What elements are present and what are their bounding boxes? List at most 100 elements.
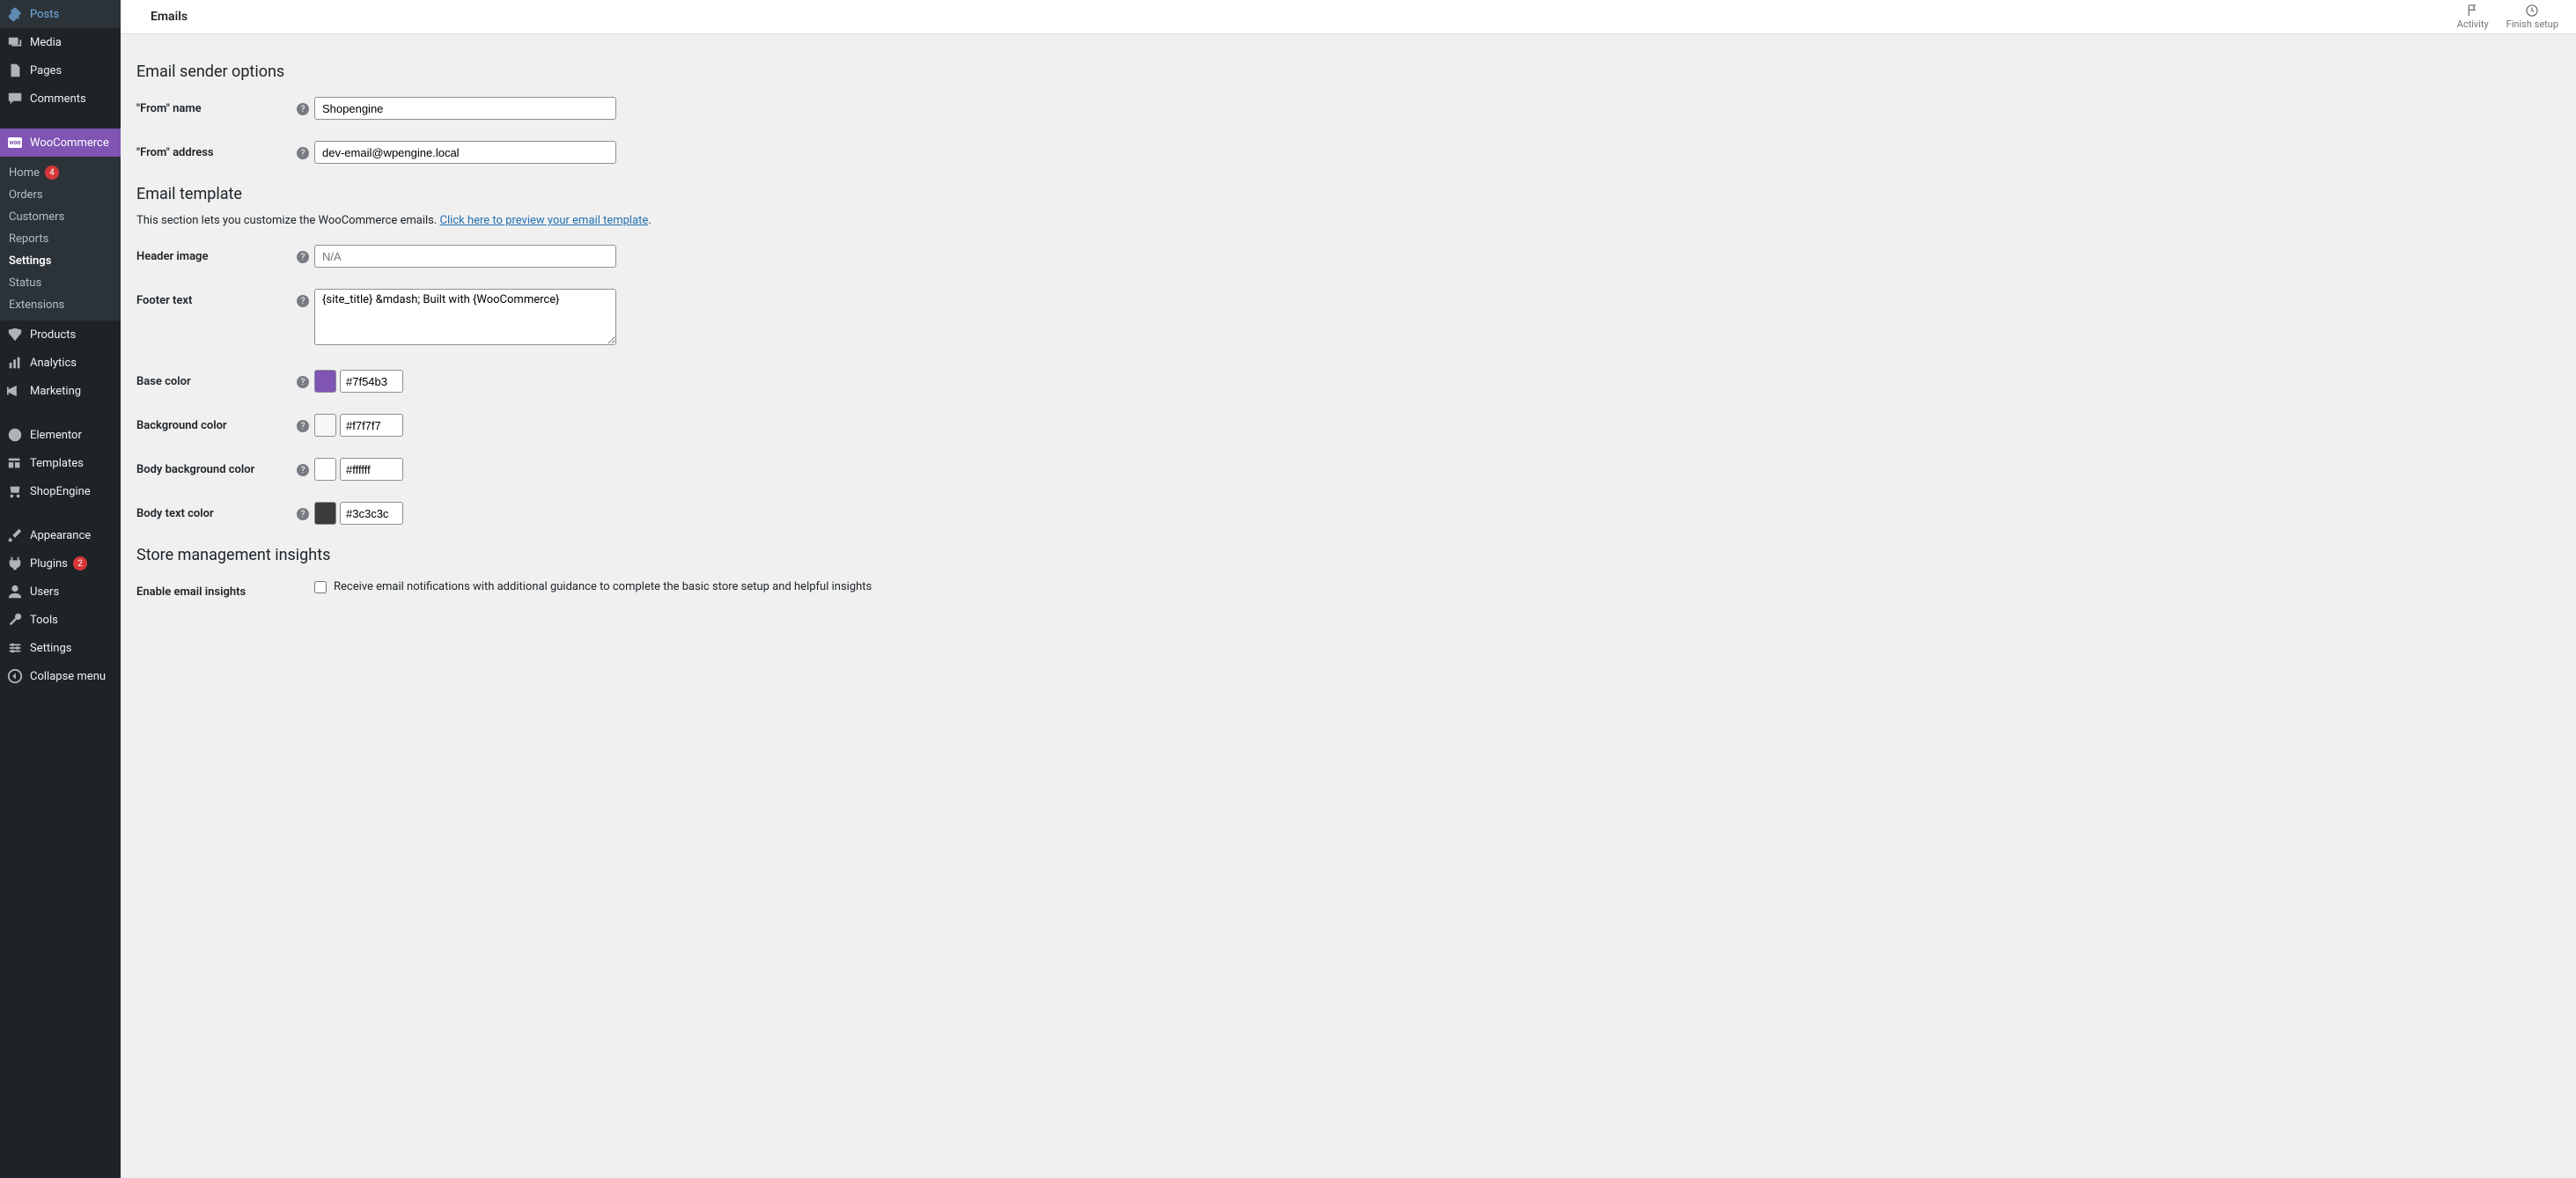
submenu-item-extensions[interactable]: Extensions	[0, 294, 121, 316]
product-icon	[7, 327, 23, 342]
field-from-address: "From" address ?	[136, 141, 2560, 164]
footer-text-label: Footer text	[136, 289, 297, 307]
section-heading-sender: Email sender options	[136, 63, 2560, 81]
field-body-background-color: Body background color ?	[136, 458, 2560, 481]
brush-icon	[7, 527, 23, 543]
sidebar-item-tools[interactable]: Tools	[0, 606, 121, 634]
submenu-item-customers[interactable]: Customers	[0, 206, 121, 228]
preview-template-link[interactable]: Click here to preview your email templat…	[440, 214, 649, 227]
sidebar-item-templates[interactable]: Templates	[0, 449, 121, 477]
base-color-input[interactable]	[340, 370, 403, 393]
sidebar-item-comments[interactable]: Comments	[0, 85, 121, 113]
sidebar-item-users[interactable]: Users	[0, 578, 121, 606]
clock-icon	[2525, 4, 2539, 18]
help-icon[interactable]: ?	[297, 103, 309, 115]
sidebar-item-label: Elementor	[30, 429, 82, 442]
sidebar-item-shopengine[interactable]: ShopEngine	[0, 477, 121, 505]
help-icon[interactable]: ?	[297, 508, 309, 520]
collapse-icon	[7, 668, 23, 684]
plugin-icon	[7, 556, 23, 571]
shopengine-icon	[7, 483, 23, 499]
woocommerce-icon: woo	[7, 135, 23, 151]
help-icon[interactable]: ?	[297, 147, 309, 159]
home-count-badge: 4	[45, 166, 59, 180]
template-desc-text: This section lets you customize the WooC…	[136, 214, 440, 227]
sidebar-item-posts[interactable]: Posts	[0, 0, 121, 28]
sidebar-item-analytics[interactable]: Analytics	[0, 349, 121, 377]
body-background-color-input[interactable]	[340, 458, 403, 481]
sidebar-item-label: Media	[30, 36, 62, 49]
help-icon[interactable]: ?	[297, 295, 309, 307]
sidebar-item-label: Tools	[30, 614, 58, 627]
templates-icon	[7, 455, 23, 471]
sidebar-item-label: Posts	[30, 8, 59, 21]
sidebar-item-marketing[interactable]: Marketing	[0, 377, 121, 405]
section-heading-insights: Store management insights	[136, 546, 2560, 564]
help-icon[interactable]: ?	[297, 420, 309, 432]
enable-insights-checkbox-label: Receive email notifications with additio…	[334, 580, 872, 593]
section-heading-template: Email template	[136, 185, 2560, 203]
sidebar-item-label: Users	[30, 585, 59, 599]
submenu-item-settings[interactable]: Settings	[0, 250, 121, 272]
sidebar-item-label: Marketing	[30, 385, 81, 398]
help-icon[interactable]: ?	[297, 464, 309, 476]
sidebar-item-pages[interactable]: Pages	[0, 56, 121, 85]
body-text-color-input[interactable]	[340, 502, 403, 525]
pin-icon	[7, 6, 23, 22]
sidebar-item-label: Comments	[30, 92, 86, 106]
background-color-label: Background color	[136, 414, 297, 432]
sidebar-item-label: Collapse menu	[30, 670, 106, 683]
admin-sidebar: Posts Media Pages Comments woo WooCommer…	[0, 0, 121, 1178]
field-body-text-color: Body text color ?	[136, 502, 2560, 525]
submenu-item-reports[interactable]: Reports	[0, 228, 121, 250]
elementor-icon	[7, 427, 23, 443]
submenu-item-home[interactable]: Home 4	[0, 161, 121, 184]
sidebar-item-settings[interactable]: Settings	[0, 634, 121, 662]
sidebar-item-woocommerce[interactable]: woo WooCommerce	[0, 129, 121, 157]
field-base-color: Base color ?	[136, 370, 2560, 393]
sidebar-item-appearance[interactable]: Appearance	[0, 521, 121, 549]
activity-button[interactable]: Activity	[2457, 4, 2489, 30]
sidebar-item-media[interactable]: Media	[0, 28, 121, 56]
background-color-swatch[interactable]	[314, 414, 336, 437]
from-name-input[interactable]	[314, 97, 616, 120]
background-color-input[interactable]	[340, 414, 403, 437]
field-header-image: Header image ?	[136, 245, 2560, 268]
topbar: Emails Activity Finish setup	[121, 0, 2576, 34]
body-text-color-swatch[interactable]	[314, 502, 336, 525]
enable-insights-checkbox[interactable]	[314, 581, 327, 593]
field-enable-insights: Enable email insights Receive email noti…	[136, 580, 2560, 599]
header-image-input[interactable]	[314, 245, 616, 268]
from-address-label: "From" address	[136, 141, 297, 159]
analytics-icon	[7, 355, 23, 371]
submenu-item-status[interactable]: Status	[0, 272, 121, 294]
base-color-label: Base color	[136, 370, 297, 388]
sidebar-item-plugins[interactable]: Plugins 2	[0, 549, 121, 578]
header-image-label: Header image	[136, 245, 297, 263]
sidebar-item-label: WooCommerce	[30, 136, 109, 150]
settings-icon	[7, 640, 23, 656]
body-background-color-swatch[interactable]	[314, 458, 336, 481]
from-address-input[interactable]	[314, 141, 616, 164]
woocommerce-submenu: Home 4 Orders Customers Reports Settings…	[0, 157, 121, 320]
wrench-icon	[7, 612, 23, 628]
finish-setup-button[interactable]: Finish setup	[2506, 4, 2558, 30]
comment-icon	[7, 91, 23, 107]
body-text-color-label: Body text color	[136, 502, 297, 520]
sidebar-item-elementor[interactable]: Elementor	[0, 421, 121, 449]
footer-text-input[interactable]	[314, 289, 616, 345]
submenu-item-orders[interactable]: Orders	[0, 184, 121, 206]
sidebar-item-label: Plugins	[30, 557, 68, 571]
help-icon[interactable]: ?	[297, 376, 309, 388]
sidebar-item-products[interactable]: Products	[0, 320, 121, 349]
flag-icon	[2466, 4, 2480, 18]
sidebar-item-collapse[interactable]: Collapse menu	[0, 662, 121, 690]
body-background-color-label: Body background color	[136, 458, 297, 476]
base-color-swatch[interactable]	[314, 370, 336, 393]
field-background-color: Background color ?	[136, 414, 2560, 437]
help-icon[interactable]: ?	[297, 251, 309, 263]
sidebar-item-label: Pages	[30, 64, 62, 77]
sidebar-item-label: Analytics	[30, 357, 77, 370]
sidebar-item-label: Products	[30, 328, 76, 342]
sidebar-item-label: Appearance	[30, 529, 91, 542]
